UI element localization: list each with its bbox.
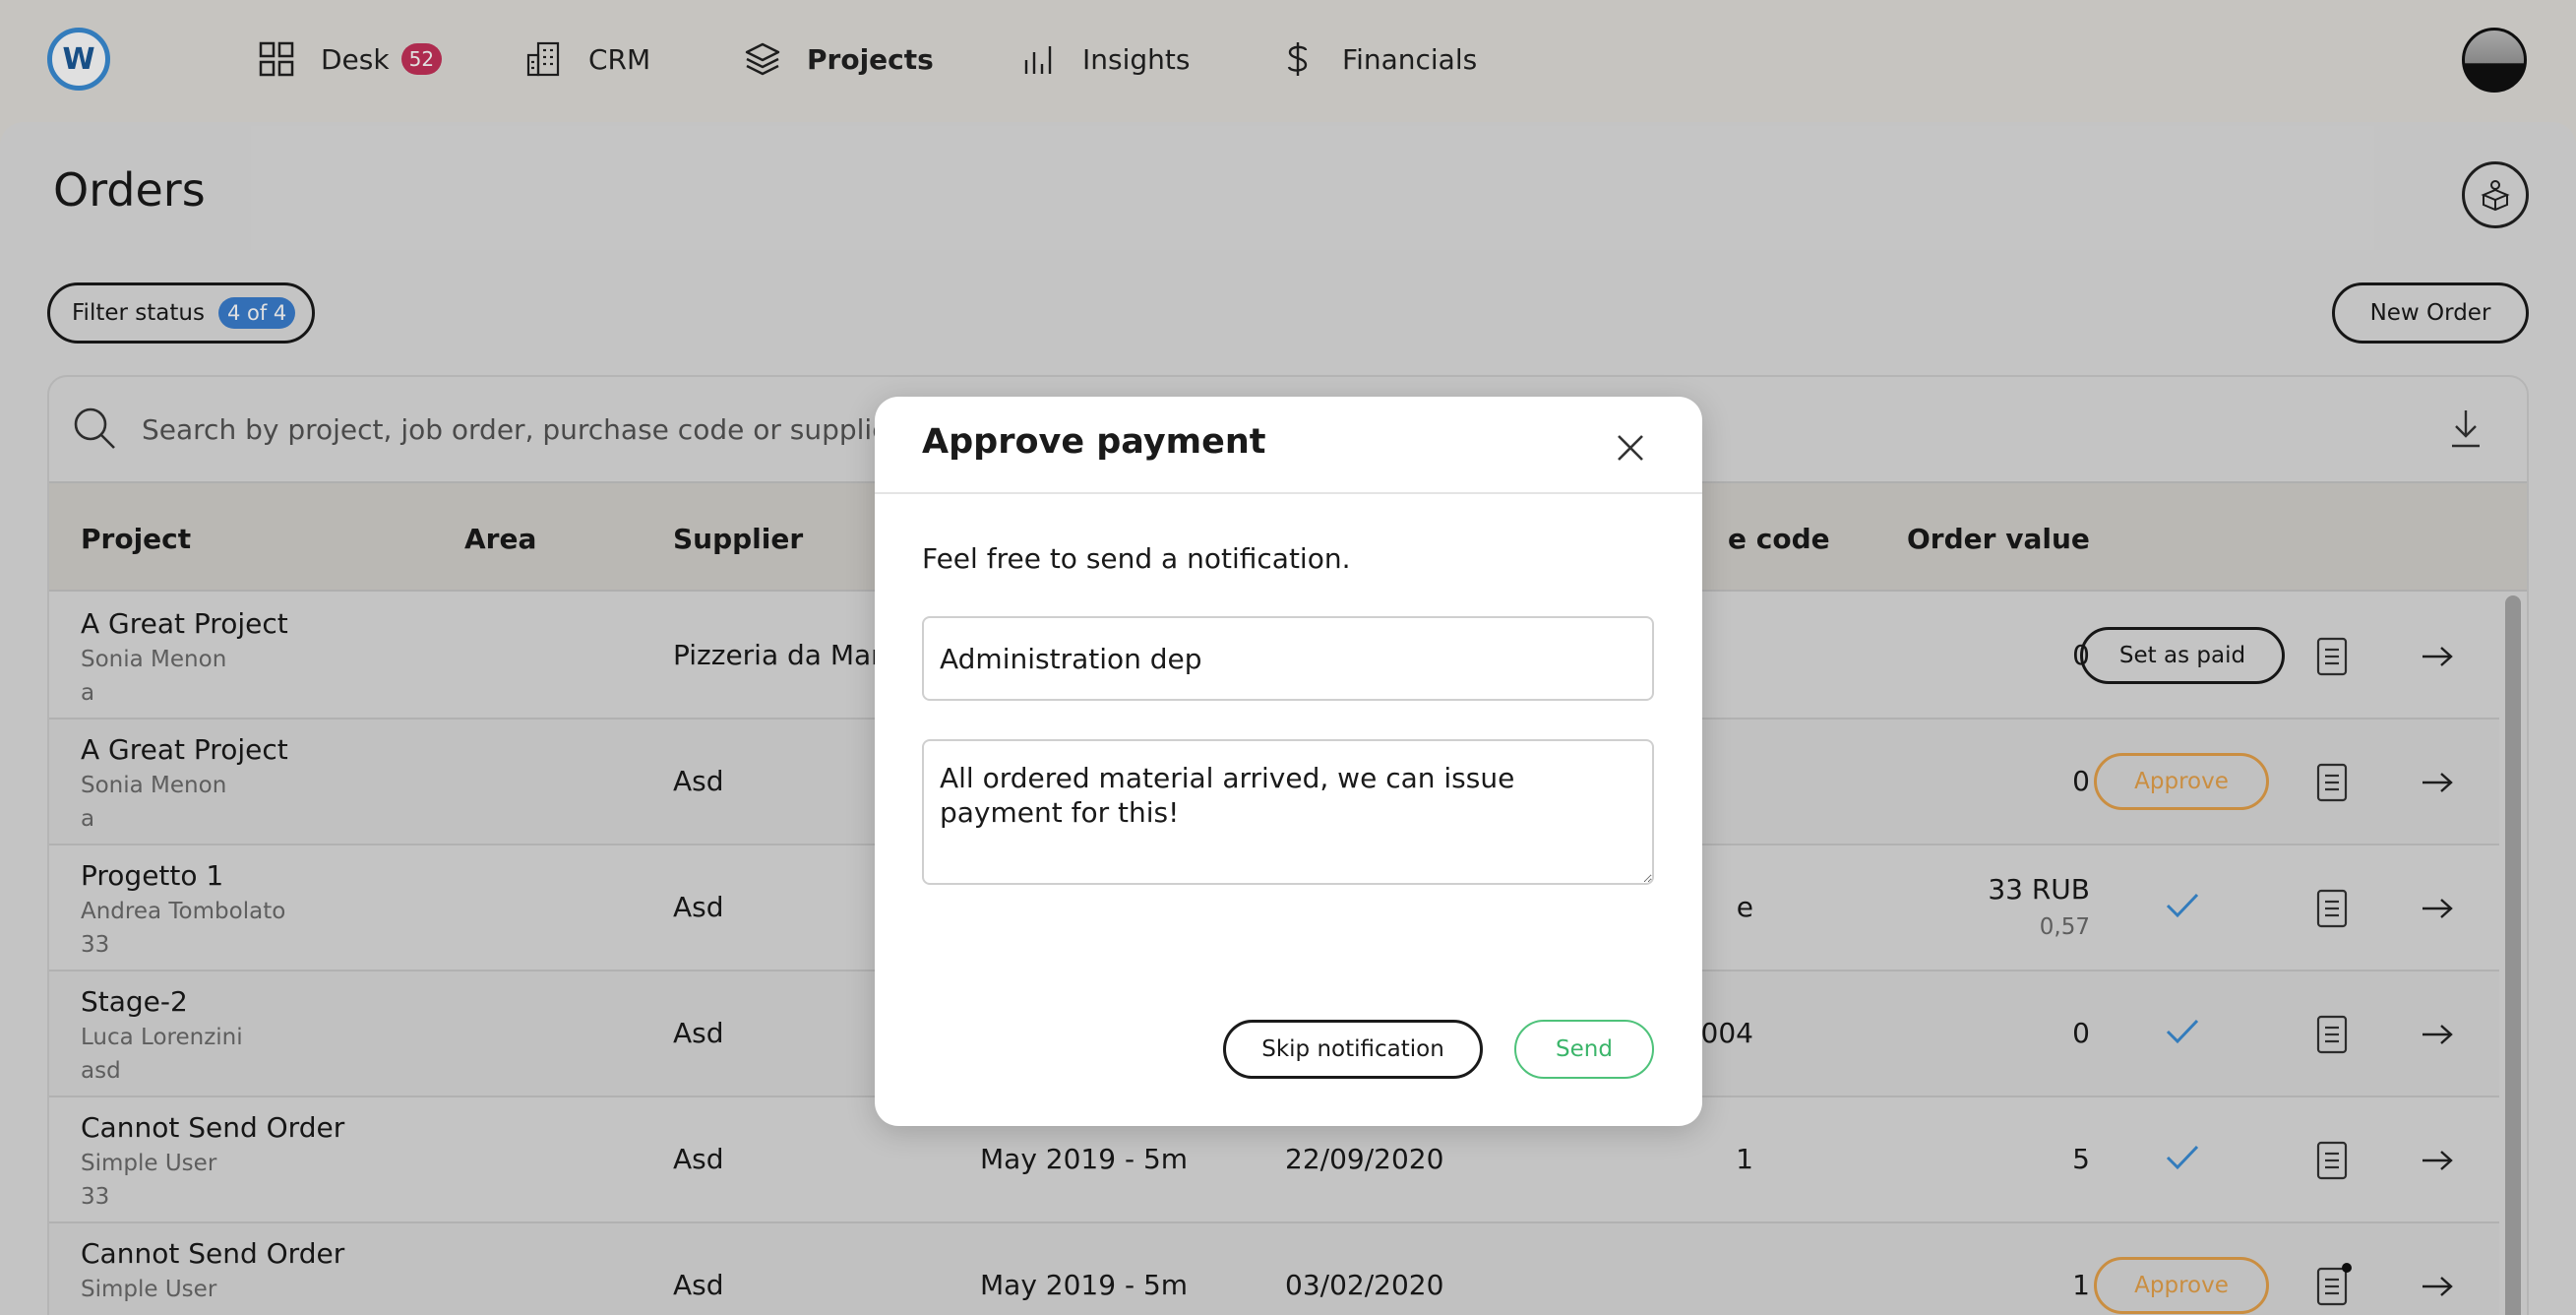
- approve-payment-dialog: Approve payment Feel free to send a noti…: [875, 397, 1702, 1126]
- send-label: Send: [1556, 1036, 1613, 1062]
- send-button[interactable]: Send: [1514, 1020, 1654, 1079]
- message-textarea[interactable]: All ordered material arrived, we can iss…: [922, 739, 1654, 885]
- skip-notification-label: Skip notification: [1261, 1036, 1444, 1062]
- recipient-input[interactable]: [922, 616, 1654, 701]
- dialog-divider: [875, 492, 1702, 494]
- dialog-title: Approve payment: [922, 422, 1266, 462]
- skip-notification-button[interactable]: Skip notification: [1223, 1020, 1483, 1079]
- dialog-description: Feel free to send a notification.: [922, 542, 1351, 575]
- close-icon[interactable]: [1615, 432, 1646, 464]
